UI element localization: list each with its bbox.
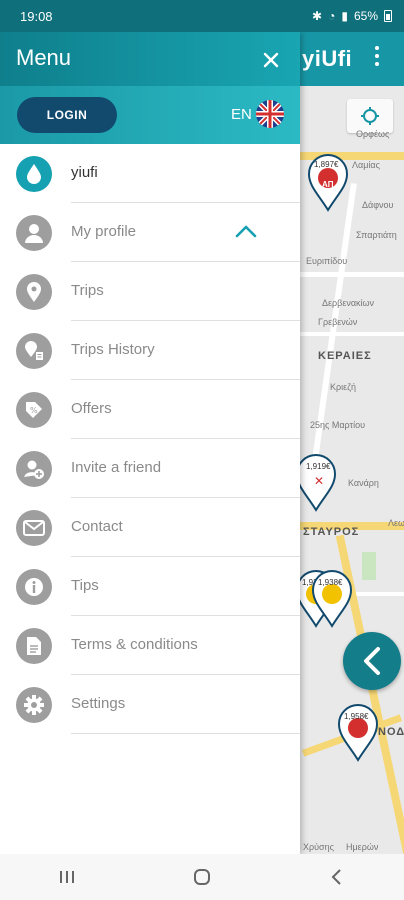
menu-item-contact[interactable]: Contact	[0, 498, 300, 557]
status-time: 19:08	[20, 8, 53, 24]
menu-item-yiufi[interactable]: yiufi	[0, 144, 300, 203]
back-icon	[331, 869, 341, 885]
menu-label: Tips	[71, 577, 99, 594]
menu-item-trips[interactable]: Trips	[0, 262, 300, 321]
close-icon	[263, 52, 279, 68]
map-street-label: Δερβενακίων	[322, 298, 375, 308]
battery-icon	[384, 10, 392, 22]
station-pin[interactable]	[310, 568, 354, 628]
map-street-label: Γρεβενών	[318, 317, 358, 327]
menu-label: Contact	[71, 518, 123, 535]
recent-apps-button[interactable]	[0, 854, 135, 900]
pin-price: 1,958€	[344, 712, 369, 721]
map-street-label: Χρύσης	[303, 842, 334, 852]
locate-me-button[interactable]	[347, 99, 393, 133]
map-pin-icon	[311, 570, 353, 628]
app-logo: yiUfi	[302, 46, 353, 71]
pin-price: 1,897€	[314, 160, 339, 169]
user-icon	[16, 215, 52, 251]
drawer-header: Menu	[0, 32, 300, 86]
home-icon	[194, 869, 210, 885]
svg-text:✕: ✕	[314, 474, 324, 488]
login-band: LOGIN EN	[0, 86, 300, 144]
trips-history-icon	[16, 333, 52, 369]
menu-item-offers[interactable]: % Offers	[0, 380, 300, 439]
map-pin-icon	[16, 274, 52, 310]
menu-item-trips-history[interactable]: Trips History	[0, 321, 300, 380]
station-pin[interactable]: ✕	[294, 452, 338, 512]
menu-label: Trips	[71, 282, 104, 299]
close-drawer-button[interactable]	[258, 47, 284, 73]
drawer-title: Menu	[16, 45, 72, 70]
bluetooth-icon: ✱	[312, 9, 323, 23]
navigation-drawer: Menu LOGIN EN yiufi My profile Trips Tri…	[0, 32, 300, 854]
wifi-icon: ◔	[328, 9, 336, 23]
map-street-label: Κανάρη	[348, 478, 379, 488]
map-street-label: Κριεζή	[330, 382, 356, 392]
map-pin-icon: ✕	[295, 454, 337, 512]
map-street-label: Λεωφ.	[388, 518, 404, 528]
system-back-button[interactable]	[269, 854, 404, 900]
map-street-label: 25ης Μαρτίου	[310, 420, 366, 430]
signal-icon: ▮	[341, 9, 348, 23]
crosshair-icon	[361, 107, 379, 125]
map-area-label: ΣΤΑΥΡΟΣ	[303, 526, 360, 538]
collapse-drawer-button[interactable]	[343, 632, 401, 690]
pin-brand: ΑΠ	[322, 180, 334, 189]
menu-label: Settings	[71, 695, 126, 712]
map-street-label: Ημερών	[346, 842, 379, 852]
menu-label: yiufi	[71, 164, 98, 181]
more-options-icon[interactable]	[372, 46, 382, 66]
status-icons: ✱ ◔ ▮ 65%	[312, 9, 392, 23]
menu-label: Terms & conditions	[71, 636, 198, 653]
menu-item-invite-friend[interactable]: Invite a friend	[0, 439, 300, 498]
map-road	[300, 332, 404, 336]
drop-icon	[16, 156, 52, 192]
map-street-label: Ευριπίδου	[306, 256, 348, 266]
map-street-label: Δάφνου	[362, 200, 394, 210]
map-street-label: Λαμίας	[352, 160, 380, 170]
language-selector[interactable]: EN	[231, 100, 284, 128]
menu-item-settings[interactable]: Settings	[0, 675, 300, 734]
map-street-label: Σπαρτιάτη	[356, 230, 397, 240]
map-street-label: Ορφέως	[356, 129, 390, 139]
map-road	[300, 272, 404, 277]
uk-flag-icon	[255, 100, 284, 128]
document-icon	[16, 628, 52, 664]
language-code: EN	[231, 105, 252, 123]
chevron-up-icon[interactable]	[234, 223, 258, 244]
invite-friend-icon	[16, 451, 52, 487]
menu-label: Trips History	[71, 341, 155, 358]
divider	[71, 733, 300, 734]
menu-item-terms[interactable]: Terms & conditions	[0, 616, 300, 675]
mail-icon	[16, 510, 52, 546]
battery-percent: 65%	[353, 9, 378, 23]
pin-price: 1,938€	[318, 578, 343, 587]
recent-apps-icon	[60, 871, 75, 883]
menu-item-tips[interactable]: Tips	[0, 557, 300, 616]
map-pin-icon	[337, 704, 379, 762]
home-button[interactable]	[135, 854, 270, 900]
svg-text:%: %	[30, 406, 38, 415]
offers-icon: %	[16, 392, 52, 428]
drawer-menu: yiufi My profile Trips Trips History % O…	[0, 144, 300, 734]
info-icon	[16, 569, 52, 605]
pin-price: 1,919€	[306, 462, 331, 471]
menu-label: My profile	[71, 223, 137, 240]
menu-item-my-profile[interactable]: My profile	[0, 203, 300, 262]
menu-label: Offers	[71, 400, 112, 417]
map-area-label: ΝΟΔΡΟΜΟΣ	[378, 726, 404, 738]
map-park	[362, 552, 376, 580]
station-pin[interactable]	[336, 702, 380, 762]
status-bar: 19:08 ✱ ◔ ▮ 65%	[0, 0, 404, 32]
gear-icon	[16, 687, 52, 723]
login-button[interactable]: LOGIN	[17, 97, 117, 133]
chevron-left-icon	[364, 647, 380, 675]
menu-label: Invite a friend	[71, 459, 162, 476]
map-area-label: ΚΕΡΑΙΕΣ	[318, 350, 372, 362]
system-nav-bar	[0, 854, 404, 900]
